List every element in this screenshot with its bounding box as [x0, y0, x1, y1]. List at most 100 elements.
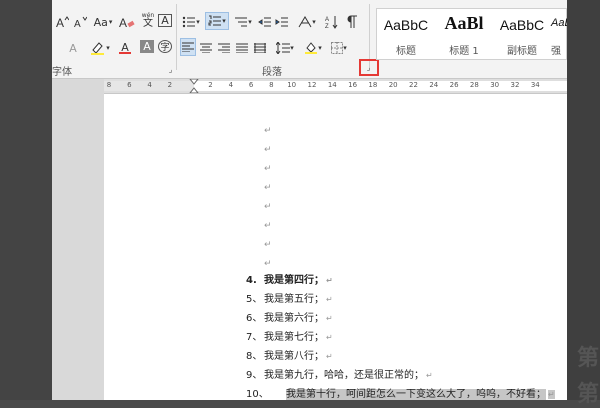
clear-formatting-icon[interactable]: A: [118, 14, 136, 30]
character-shading-icon[interactable]: A: [140, 40, 154, 53]
document-page[interactable]: ↵ ↵ ↵ ↵ ↵ ↵ ↵ ↵ 4. 我是第四行； ↵ 5、 我是第五行； ↵ 6、 我是第六行； ↵ 7、 我是…: [104, 94, 567, 400]
list-number: 8、: [246, 351, 263, 362]
list-number: 4.: [246, 275, 257, 286]
chevron-down-icon: ▾: [106, 44, 110, 52]
document-line[interactable]: 8、 我是第八行； ↵: [246, 350, 333, 364]
highlight-color-button[interactable]: ▾: [88, 40, 112, 56]
ruler-tick-label: 2: [167, 81, 173, 89]
enclose-characters-icon[interactable]: 字: [158, 40, 172, 53]
style-name: 副标题: [507, 46, 537, 57]
document-line[interactable]: 9、 我是第九行，哈哈，还是很正常的； ↵: [246, 369, 433, 383]
ruler-tick-label: 24: [429, 81, 439, 89]
line-text: 我是第五行；: [264, 294, 324, 305]
change-case-button[interactable]: Aa ▾: [92, 14, 114, 30]
ruler-tick-label: 8: [269, 81, 274, 89]
document-line[interactable]: 6、 我是第六行； ↵: [246, 312, 333, 326]
paragraph-mark: ↵: [264, 126, 272, 136]
text-effects-letter: A: [69, 41, 77, 55]
chevron-down-icon: ▾: [318, 44, 322, 52]
font-color-button[interactable]: A: [114, 40, 136, 56]
numbering-button[interactable]: ▾: [205, 12, 229, 30]
chinese-layout-button[interactable]: ▾: [296, 14, 318, 30]
indent-marker-icon[interactable]: [189, 79, 199, 93]
align-left-icon[interactable]: [180, 38, 196, 56]
paragraph-group-label: 段落: [262, 67, 282, 78]
style-name: 标题 1: [449, 46, 479, 57]
align-right-icon[interactable]: [216, 40, 232, 56]
text-effects-icon[interactable]: A: [66, 40, 80, 56]
chevron-down-icon: ▾: [222, 17, 226, 25]
chevron-down-icon: ▾: [290, 44, 294, 52]
show-paragraph-marks-icon[interactable]: [344, 14, 360, 30]
paragraph-mark: ↵: [264, 259, 272, 269]
list-number: 10、: [246, 389, 269, 400]
document-line[interactable]: 5、 我是第五行； ↵: [246, 293, 333, 307]
ruler-tick-label: 26: [449, 81, 459, 89]
svg-text:A: A: [74, 19, 81, 29]
shrink-font-icon[interactable]: A: [72, 14, 88, 30]
paragraph-mark: ↵: [264, 240, 272, 250]
ruler-tick-label: 10: [287, 81, 297, 89]
style-sample: AaBl: [444, 13, 484, 33]
ruler-tick-label: 2: [208, 81, 213, 89]
change-case-label: Aa: [93, 15, 108, 29]
paragraph-mark: ↵: [264, 183, 272, 193]
ruler-tick-label: 28: [469, 81, 479, 89]
paragraph-mark: ↵: [426, 371, 433, 380]
ribbon-home: A A Aa ▾ A wén 文 A ▾ ▾ ▾ ▾ A Z A ▾ A A 字…: [52, 0, 567, 79]
font-dialog-launcher-icon[interactable]: ⌟: [166, 65, 175, 74]
paragraph-mark: ↵: [326, 295, 333, 304]
paragraph-mark: ↵: [326, 276, 333, 285]
style-item-title[interactable]: AaBbC 标题: [377, 9, 435, 59]
sort-icon[interactable]: AZ: [324, 14, 340, 30]
paragraph-mark: ↵: [264, 202, 272, 212]
paragraph-mark: ↵: [326, 352, 333, 361]
increase-indent-icon[interactable]: [274, 14, 290, 30]
paragraph-mark: ↵: [264, 221, 272, 231]
style-item-subtitle[interactable]: AaBbC 副标题: [493, 9, 551, 59]
paragraph-mark: ↵: [264, 145, 272, 155]
multilevel-list-button[interactable]: ▾: [232, 14, 254, 30]
borders-button[interactable]: ▾: [328, 40, 350, 56]
word-window: A A Aa ▾ A wén 文 A ▾ ▾ ▾ ▾ A Z A ▾ A A 字…: [52, 0, 567, 400]
chevron-down-icon: ▾: [343, 44, 347, 52]
line-text: 我是第四行；: [264, 275, 324, 286]
character-border-icon[interactable]: A: [158, 14, 172, 27]
list-number: 7、: [246, 332, 263, 343]
svg-text:A: A: [56, 16, 64, 29]
document-line[interactable]: 4. 我是第四行； ↵: [246, 274, 333, 288]
ruler-tick-label: 6: [248, 81, 254, 89]
distributed-icon[interactable]: [252, 40, 268, 56]
chevron-down-icon: ▾: [196, 18, 200, 26]
paragraph-mark: ↵: [548, 390, 555, 399]
font-color-bar: [119, 51, 131, 54]
phonetic-guide-icon[interactable]: wén 文: [140, 12, 156, 29]
background-ghost-text-2: 第: [577, 382, 600, 407]
style-name: 标题: [396, 46, 416, 57]
ruler-tick-label: 16: [348, 81, 358, 89]
list-number: 6、: [246, 313, 263, 324]
character-border-letter: A: [161, 14, 169, 27]
svg-text:Z: Z: [325, 24, 329, 29]
line-spacing-button[interactable]: ▾: [274, 40, 296, 56]
style-sample: AaBbC: [499, 17, 545, 33]
document-line[interactable]: 7、 我是第七行； ↵: [246, 331, 333, 345]
svg-text:A: A: [325, 17, 329, 23]
document-line[interactable]: 10、 我是第十行，呵间距怎么一下变这么大了，呜呜，不好看； ↵: [246, 388, 555, 400]
group-separator: [176, 4, 177, 70]
bullets-button[interactable]: ▾: [180, 14, 202, 30]
chevron-down-icon: ▾: [248, 18, 252, 26]
style-item-heading-1[interactable]: AaBl 标题 1: [435, 9, 493, 59]
font-group-label: 字体: [52, 67, 72, 78]
character-shading-letter: A: [143, 40, 151, 53]
decrease-indent-icon[interactable]: [257, 14, 273, 30]
ruler-tick-label: 14: [327, 81, 337, 89]
style-item-emphasis[interactable]: AaBbC 强: [551, 9, 567, 59]
shading-button[interactable]: ▾: [302, 40, 324, 56]
horizontal-ruler[interactable]: 8 6 4 2 2 4 6 8 10 12 14 16 18 20 22 24 26 28 30 32 34: [104, 79, 567, 94]
grow-font-icon[interactable]: A: [54, 14, 70, 30]
justify-icon[interactable]: [234, 40, 250, 56]
align-center-icon[interactable]: [198, 40, 214, 56]
line-text: 我是第十行，呵间距怎么一下变这么大了，呜呜，不好看；: [286, 389, 546, 400]
style-name: 强: [551, 46, 561, 57]
